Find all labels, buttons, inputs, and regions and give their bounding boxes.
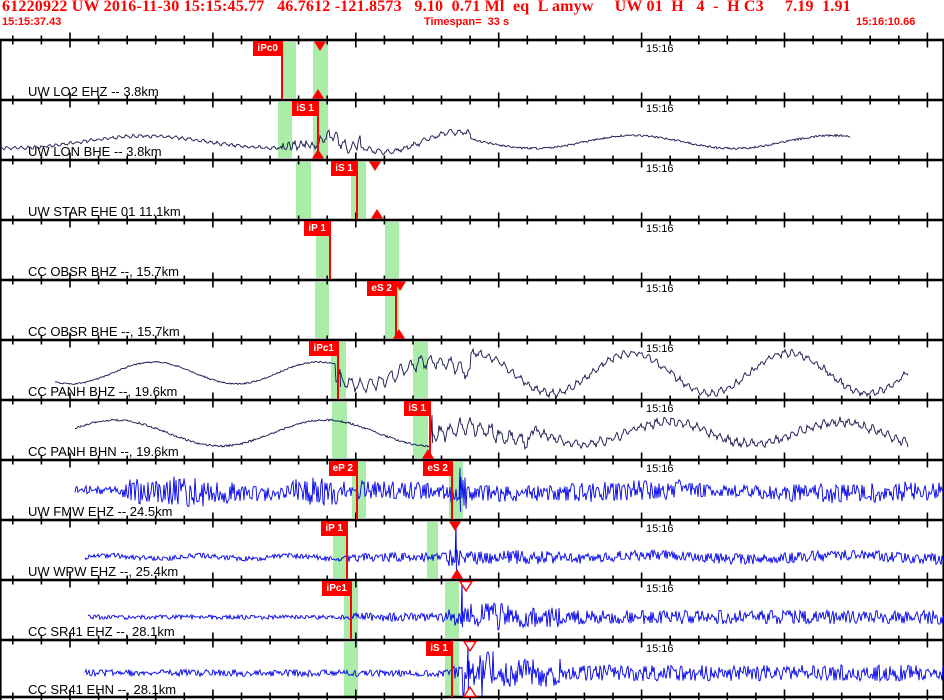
trace-panel[interactable]	[0, 100, 944, 160]
trace-panel[interactable]	[0, 40, 944, 100]
pick-marks-layer: iPc0 15:16 UW LO2 EHZ -- 3.8km iS 1 15:16 UW …	[0, 0, 944, 700]
trace-panel[interactable]	[0, 460, 944, 520]
trace-panel[interactable]	[0, 160, 944, 220]
trace-panel[interactable]	[0, 220, 944, 280]
seismogram-viewer: 61220922 UW 2016-11-30 15:15:45.77 46.76…	[0, 0, 944, 700]
trace-panel[interactable]	[0, 520, 944, 580]
trace-panel[interactable]	[0, 640, 944, 698]
trace-panel[interactable]	[0, 580, 944, 640]
trace-panel[interactable]	[0, 340, 944, 400]
trace-panel[interactable]	[0, 280, 944, 340]
trace-panel[interactable]	[0, 400, 944, 460]
